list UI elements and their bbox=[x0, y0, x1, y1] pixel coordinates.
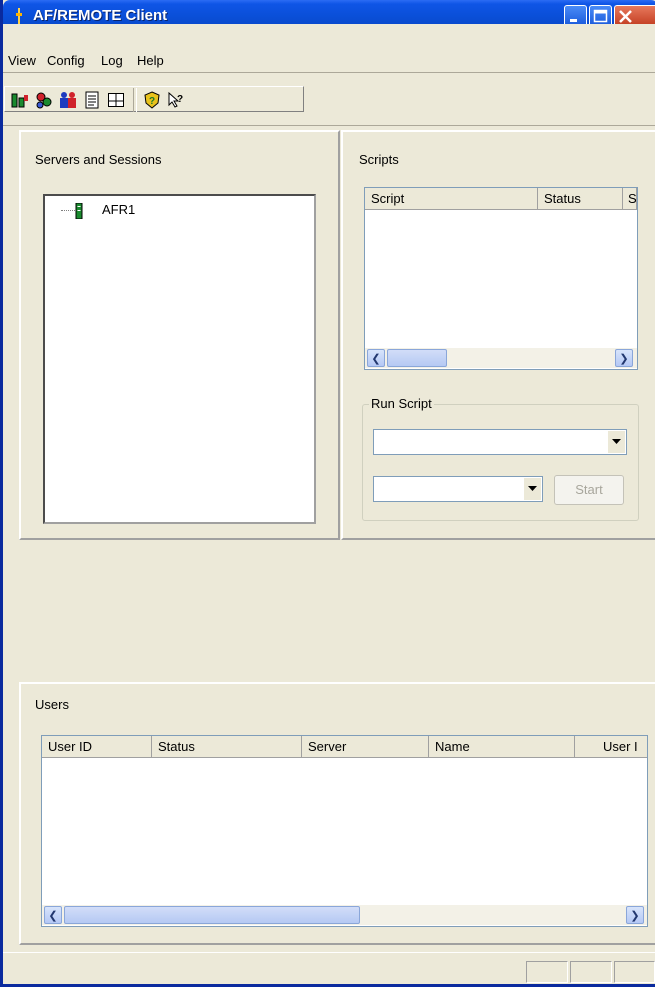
servers-icon bbox=[11, 93, 28, 108]
sessions-icon bbox=[36, 92, 52, 109]
window-title: AF/REMOTE Client bbox=[33, 7, 168, 24]
column-server[interactable]: Server bbox=[302, 736, 429, 757]
menu-bar bbox=[3, 24, 655, 48]
chevron-down-icon[interactable] bbox=[607, 431, 625, 453]
scroll-left-button[interactable]: ❮ bbox=[44, 906, 62, 924]
toolbar: ? ? bbox=[3, 76, 655, 122]
column-script[interactable]: Script bbox=[365, 188, 538, 209]
users-hscrollbar[interactable]: ❮ ❯ bbox=[42, 905, 647, 925]
menu-config[interactable]: Config bbox=[47, 53, 85, 68]
servers-sessions-heading: Servers and Sessions bbox=[35, 152, 162, 167]
scroll-right-button[interactable]: ❯ bbox=[615, 349, 633, 367]
help-tool-button[interactable]: ? bbox=[141, 89, 163, 111]
scrollbar-thumb[interactable] bbox=[64, 906, 360, 924]
menu-row: View Config Log Help bbox=[3, 48, 655, 70]
users-icon bbox=[60, 92, 76, 108]
help-icon: ? bbox=[144, 91, 160, 109]
scripts-hscrollbar[interactable]: ❮ ❯ bbox=[365, 348, 637, 368]
status-cell bbox=[526, 961, 568, 983]
menu-log[interactable]: Log bbox=[101, 53, 123, 68]
users-heading: Users bbox=[35, 697, 69, 712]
scripts-heading: Scripts bbox=[359, 152, 399, 167]
whats-this-icon: ? bbox=[168, 91, 183, 108]
sessions-tool-button[interactable] bbox=[33, 89, 55, 111]
menu-divider bbox=[3, 72, 655, 73]
tree-item-server[interactable]: AFR1 bbox=[102, 202, 135, 217]
column-status[interactable]: Status bbox=[152, 736, 302, 757]
scroll-left-button[interactable]: ❮ bbox=[367, 349, 385, 367]
layout-tool-button[interactable] bbox=[105, 89, 127, 111]
main-window: AF/REMOTE Client View Config Log Help ? … bbox=[0, 0, 655, 987]
servers-tree[interactable]: AFR1 bbox=[43, 194, 316, 524]
log-icon bbox=[85, 91, 99, 109]
app-icon bbox=[16, 8, 22, 24]
column-s[interactable]: S bbox=[623, 188, 637, 209]
chevron-right-icon: ❯ bbox=[619, 352, 629, 365]
scripts-list-header: Script Status S bbox=[365, 188, 637, 210]
start-button[interactable]: Start bbox=[554, 475, 624, 505]
servers-tool-button[interactable] bbox=[9, 89, 31, 111]
scripts-panel: Scripts Script Status S ❮ ❯ Run Script S… bbox=[341, 130, 655, 540]
chevron-down-icon[interactable] bbox=[523, 478, 541, 500]
target-select[interactable] bbox=[373, 476, 543, 502]
column-status[interactable]: Status bbox=[538, 188, 623, 209]
whats-this-tool-button[interactable]: ? bbox=[165, 89, 187, 111]
column-user-i[interactable]: User I bbox=[575, 736, 647, 757]
tree-line bbox=[61, 210, 75, 211]
log-tool-button[interactable] bbox=[81, 89, 103, 111]
svg-text:?: ? bbox=[177, 94, 183, 105]
svg-text:?: ? bbox=[149, 96, 155, 107]
servers-sessions-panel: Servers and Sessions AFR1 bbox=[19, 130, 340, 540]
toolbar-divider bbox=[3, 125, 655, 126]
chevron-left-icon: ❮ bbox=[371, 352, 381, 365]
column-name[interactable]: Name bbox=[429, 736, 575, 757]
chevron-left-icon: ❮ bbox=[48, 909, 58, 922]
users-tool-button[interactable] bbox=[57, 89, 79, 111]
run-script-legend: Run Script bbox=[369, 396, 434, 411]
chevron-right-icon: ❯ bbox=[630, 909, 640, 922]
status-cell bbox=[570, 961, 612, 983]
menu-help[interactable]: Help bbox=[137, 53, 164, 68]
scrollbar-thumb[interactable] bbox=[387, 349, 447, 367]
run-script-group: Run Script Start bbox=[362, 396, 639, 521]
layout-icon bbox=[108, 93, 124, 107]
users-list-header: User ID Status Server Name User I bbox=[42, 736, 647, 758]
users-panel: Users User ID Status Server Name User I … bbox=[19, 682, 655, 945]
scripts-list[interactable]: Script Status S ❮ ❯ bbox=[364, 187, 638, 370]
script-select[interactable] bbox=[373, 429, 627, 455]
column-user-id[interactable]: User ID bbox=[42, 736, 152, 757]
status-cell bbox=[614, 961, 655, 983]
status-bar bbox=[3, 952, 655, 984]
toolbar-separator bbox=[133, 88, 137, 112]
menu-view[interactable]: View bbox=[8, 53, 36, 68]
users-list[interactable]: User ID Status Server Name User I ❮ ❯ bbox=[41, 735, 648, 927]
scroll-right-button[interactable]: ❯ bbox=[626, 906, 644, 924]
server-icon bbox=[75, 203, 83, 219]
